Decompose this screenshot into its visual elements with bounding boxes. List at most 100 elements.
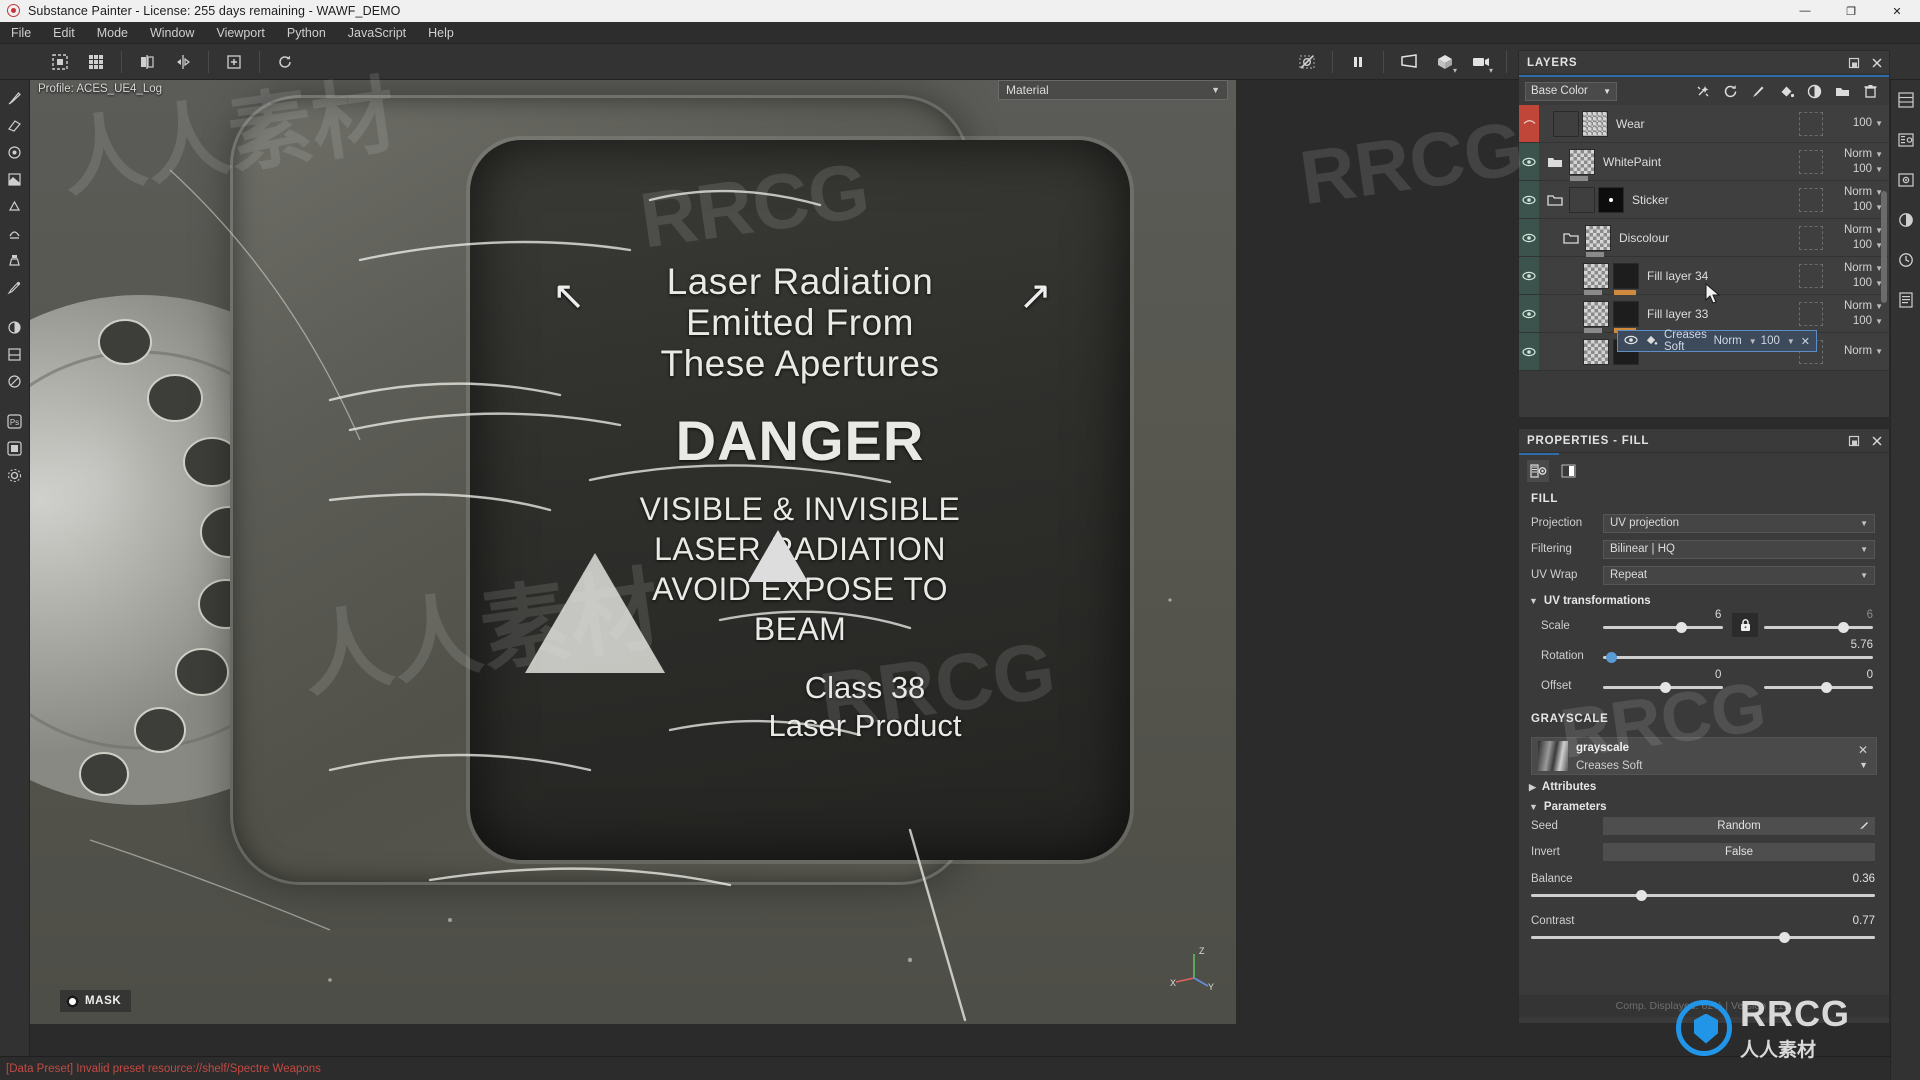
layer-blend-mode[interactable]: Norm xyxy=(1844,300,1872,312)
add-paint-layer-icon[interactable] xyxy=(1746,80,1771,102)
balance-slider-knob[interactable] xyxy=(1636,890,1647,901)
shelf-icon[interactable] xyxy=(1894,86,1918,114)
material-dropdown[interactable]: Material ▼ xyxy=(998,80,1228,100)
add-anchor-point-icon[interactable] xyxy=(1718,80,1743,102)
undock-icon-properties[interactable] xyxy=(1847,434,1860,447)
close-icon[interactable] xyxy=(1870,56,1883,69)
layer-thumbnail[interactable] xyxy=(1583,262,1609,295)
layer-thumbnail[interactable] xyxy=(1583,338,1609,365)
layer-mask-slot[interactable] xyxy=(1799,149,1823,174)
scale-u-slider[interactable] xyxy=(1603,626,1723,629)
layer-opacity[interactable]: 100 xyxy=(1853,163,1872,175)
uvwrap-select[interactable]: Repeat ▼ xyxy=(1603,565,1875,585)
stencil-icon[interactable] xyxy=(3,369,27,394)
layer-mask-slot[interactable] xyxy=(1799,263,1823,288)
add-folder-icon[interactable] xyxy=(1830,80,1855,102)
balance-slider[interactable] xyxy=(1531,889,1875,903)
drag-blend-mode[interactable]: Norm xyxy=(1714,335,1742,347)
add-fill-layer-icon[interactable] xyxy=(1774,80,1799,102)
add-mask-icon[interactable] xyxy=(1802,80,1827,102)
tab-material-properties[interactable] xyxy=(1527,459,1549,482)
invert-button[interactable]: False xyxy=(1603,843,1875,861)
log-icon[interactable] xyxy=(1894,286,1918,314)
layer-visibility-toggle[interactable] xyxy=(1519,333,1539,370)
chevron-down-icon-drag-bl[interactable]: ▼ xyxy=(1749,337,1757,346)
dragging-layer-chip[interactable]: Creases Soft Norm ▼ 100 ▼ ✕ xyxy=(1617,329,1817,353)
layer-thumbnail[interactable] xyxy=(1583,300,1609,333)
view-2d-icon[interactable] xyxy=(1392,47,1426,77)
geometry-decal-icon[interactable] xyxy=(3,194,27,219)
layer-visibility-toggle[interactable] xyxy=(1519,143,1539,180)
scale-v-slider[interactable] xyxy=(1764,626,1873,629)
polygon-fill-icon[interactable] xyxy=(3,167,27,192)
seed-button[interactable]: Random xyxy=(1603,817,1875,835)
balance-value[interactable]: 0.36 xyxy=(1853,873,1875,885)
add-generator-icon[interactable] xyxy=(1690,80,1715,102)
layer-opacity[interactable]: 100 xyxy=(1853,201,1872,213)
rotation-value[interactable]: 5.76 xyxy=(1851,639,1873,651)
layer-blend-mode[interactable]: Norm xyxy=(1844,224,1872,236)
table-row[interactable]: Sticker Norm ▼ 100 ▼ xyxy=(1519,181,1889,219)
layer-mask-slot[interactable] xyxy=(1799,301,1823,326)
layer-mask-thumbnail[interactable] xyxy=(1582,110,1608,137)
offset-v-slider[interactable] xyxy=(1764,686,1873,689)
clone-icon[interactable] xyxy=(3,248,27,273)
select-tool-icon[interactable] xyxy=(43,47,77,77)
physical-paint-icon[interactable] xyxy=(3,342,27,367)
grid-tool-icon[interactable] xyxy=(79,47,113,77)
layer-thumbnail[interactable] xyxy=(1585,224,1611,257)
history-icon[interactable] xyxy=(1894,246,1918,274)
layer-list[interactable]: Wear 100 ▼ WhitePaint Norm ▼ 100 ▼ Stick… xyxy=(1519,105,1889,375)
layer-thumbnail[interactable] xyxy=(1569,186,1595,213)
chevron-down-icon-grayscale[interactable]: ▼ xyxy=(1859,760,1868,770)
folder-open-icon[interactable] xyxy=(1561,219,1581,256)
contrast-slider-knob[interactable] xyxy=(1779,932,1790,943)
layer-visibility-toggle[interactable] xyxy=(1519,257,1539,294)
minimize-button[interactable]: — xyxy=(1782,0,1828,22)
offset-v-value[interactable]: 0 xyxy=(1867,669,1873,681)
layer-blend-mode[interactable]: Norm xyxy=(1844,186,1872,198)
scale-v-value[interactable]: 6 xyxy=(1867,609,1873,621)
menu-mode[interactable]: Mode xyxy=(86,22,139,44)
layers-scrollbar-thumb[interactable] xyxy=(1881,191,1887,303)
close-button[interactable]: ✕ xyxy=(1874,0,1920,22)
menu-file[interactable]: File xyxy=(0,22,42,44)
folder-icon[interactable] xyxy=(1545,143,1565,180)
layer-mask-slot[interactable] xyxy=(1799,225,1823,250)
layer-blend-mode[interactable]: Norm xyxy=(1844,345,1872,357)
grayscale-resource-slot[interactable]: grayscale Creases Soft ✕ ▼ xyxy=(1531,737,1877,775)
rotation-slider[interactable] xyxy=(1603,656,1873,659)
lock-icon[interactable] xyxy=(1732,613,1758,637)
photoshop-link-icon[interactable]: Ps xyxy=(3,409,27,434)
scale-u-value[interactable]: 6 xyxy=(1715,609,1721,621)
layer-thumbnail[interactable] xyxy=(1553,110,1579,137)
channel-select[interactable]: Base Color ▼ xyxy=(1525,81,1617,101)
display-settings-icon[interactable] xyxy=(1894,206,1918,234)
delete-layer-icon[interactable] xyxy=(1858,80,1883,102)
layer-opacity[interactable]: 100 xyxy=(1853,315,1872,327)
close-icon-properties[interactable] xyxy=(1870,434,1883,447)
chevron-down-icon-2[interactable]: ▾ xyxy=(1489,66,1493,75)
texture-set-settings-icon[interactable] xyxy=(1894,166,1918,194)
grayscale-remove-icon[interactable]: ✕ xyxy=(1858,743,1868,757)
table-row[interactable]: Discolour Norm ▼ 100 ▼ xyxy=(1519,219,1889,257)
table-row[interactable]: Fill layer 34 Norm ▼ 100 ▼ xyxy=(1519,257,1889,295)
mirror-icon[interactable] xyxy=(166,47,200,77)
offset-u-value[interactable]: 0 xyxy=(1715,669,1721,681)
add-resource-icon[interactable] xyxy=(217,47,251,77)
settings-icon[interactable] xyxy=(3,463,27,488)
contrast-value[interactable]: 0.77 xyxy=(1853,915,1875,927)
layer-mask-slot[interactable] xyxy=(1799,187,1823,212)
eraser-icon[interactable] xyxy=(3,113,27,138)
menu-javascript[interactable]: JavaScript xyxy=(337,22,417,44)
layer-blend-mode[interactable]: Norm xyxy=(1844,148,1872,160)
offset-v-slider-knob[interactable] xyxy=(1821,682,1832,693)
smudge-icon[interactable] xyxy=(3,221,27,246)
uv-transformations-disclosure[interactable]: ▼ UV transformations xyxy=(1519,589,1889,609)
view-3d-icon[interactable]: ▾ xyxy=(1428,47,1462,77)
menu-viewport[interactable]: Viewport xyxy=(205,22,275,44)
layer-visibility-toggle[interactable] xyxy=(1519,105,1539,142)
table-row[interactable]: WhitePaint Norm ▼ 100 ▼ xyxy=(1519,143,1889,181)
paint-brush-icon[interactable] xyxy=(3,86,27,111)
layer-mask-thumbnail[interactable] xyxy=(1598,186,1624,213)
